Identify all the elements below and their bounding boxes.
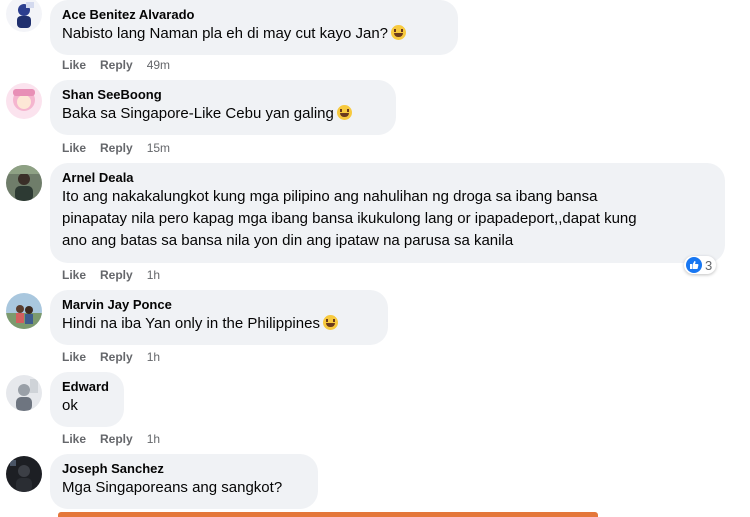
like-button[interactable]: Like xyxy=(62,268,86,282)
comment-text: Ito ang nakakalungkot kung mga pilipino … xyxy=(62,186,713,252)
commenter-name[interactable]: Arnel Deala xyxy=(62,169,713,186)
comment-line: Ito ang nakakalungkot kung mga pilipino … xyxy=(62,188,598,205)
comment-actions: Like Reply 49m xyxy=(62,57,170,73)
grinning-face-emoji-icon xyxy=(391,25,407,40)
attached-media-edge xyxy=(58,512,598,517)
comment-text: Baka sa Singapore-Like Cebu yan galing xyxy=(62,103,384,125)
comment-text: Mga Singaporeans ang sangkot? xyxy=(62,477,306,499)
commenter-name[interactable]: Ace Benitez Alvarado xyxy=(62,6,446,23)
reaction-count-label: 3 xyxy=(705,257,713,273)
comment-bubble: Ace Benitez Alvarado Nabisto lang Naman … xyxy=(50,0,458,55)
like-button[interactable]: Like xyxy=(62,141,86,155)
comment-actions: Like Reply 1h xyxy=(62,349,160,365)
avatar[interactable] xyxy=(6,456,42,492)
comment-line: pinapatay nila pero kapag mga ibang bans… xyxy=(62,210,637,227)
like-button[interactable]: Like xyxy=(62,58,86,72)
comment-bubble: Marvin Jay Ponce Hindi na iba Yan only i… xyxy=(50,290,388,345)
commenter-name[interactable]: Shan SeeBoong xyxy=(62,86,384,103)
reply-button[interactable]: Reply xyxy=(100,268,133,282)
comment-line: ano ang batas sa bansa nila yon din ang … xyxy=(62,232,514,249)
comment-bubble: Arnel Deala Ito ang nakakalungkot kung m… xyxy=(50,163,725,263)
laughing-face-emoji-icon xyxy=(336,105,352,120)
comment-line: Hindi na iba Yan only in the Philippines xyxy=(62,315,320,332)
like-button[interactable]: Like xyxy=(62,350,86,364)
commenter-name[interactable]: Marvin Jay Ponce xyxy=(62,296,376,313)
comment-actions: Like Reply 1h xyxy=(62,431,160,447)
reply-button[interactable]: Reply xyxy=(100,141,133,155)
comment-line: Nabisto lang Naman pla eh di may cut kay… xyxy=(62,25,389,42)
comment-timestamp[interactable]: 49m xyxy=(147,58,170,72)
comment-line: Baka sa Singapore-Like Cebu yan galing xyxy=(62,105,334,122)
comment-timestamp[interactable]: 1h xyxy=(147,268,160,282)
comment-bubble: Edward ok xyxy=(50,372,124,427)
comment-text: ok xyxy=(62,395,112,417)
comment-timestamp[interactable]: 1h xyxy=(147,350,160,364)
comment-actions: Like Reply 15m xyxy=(62,140,170,156)
comment-text: Nabisto lang Naman pla eh di may cut kay… xyxy=(62,23,446,45)
like-button[interactable]: Like xyxy=(62,432,86,446)
thumbs-up-icon xyxy=(686,257,702,273)
avatar[interactable] xyxy=(6,165,42,201)
reply-button[interactable]: Reply xyxy=(100,58,133,72)
commenter-name[interactable]: Joseph Sanchez xyxy=(62,460,306,477)
reaction-count[interactable]: 3 xyxy=(684,256,717,274)
laughing-face-emoji-icon xyxy=(322,315,338,330)
comment-line: Mga Singaporeans ang sangkot? xyxy=(62,479,283,496)
comment-line: ok xyxy=(62,397,78,414)
commenter-name[interactable]: Edward xyxy=(62,378,112,395)
comment-bubble: Shan SeeBoong Baka sa Singapore-Like Ceb… xyxy=(50,80,396,135)
reply-button[interactable]: Reply xyxy=(100,350,133,364)
comment-timestamp[interactable]: 15m xyxy=(147,141,170,155)
reply-button[interactable]: Reply xyxy=(100,432,133,446)
comment-timestamp[interactable]: 1h xyxy=(147,432,160,446)
avatar[interactable] xyxy=(6,293,42,329)
avatar[interactable] xyxy=(6,375,42,411)
comment-actions: Like Reply 1h xyxy=(62,267,160,283)
comment-text: Hindi na iba Yan only in the Philippines xyxy=(62,313,376,335)
avatar[interactable] xyxy=(6,83,42,119)
avatar[interactable] xyxy=(6,0,42,32)
comment-bubble: Joseph Sanchez Mga Singaporeans ang sang… xyxy=(50,454,318,509)
